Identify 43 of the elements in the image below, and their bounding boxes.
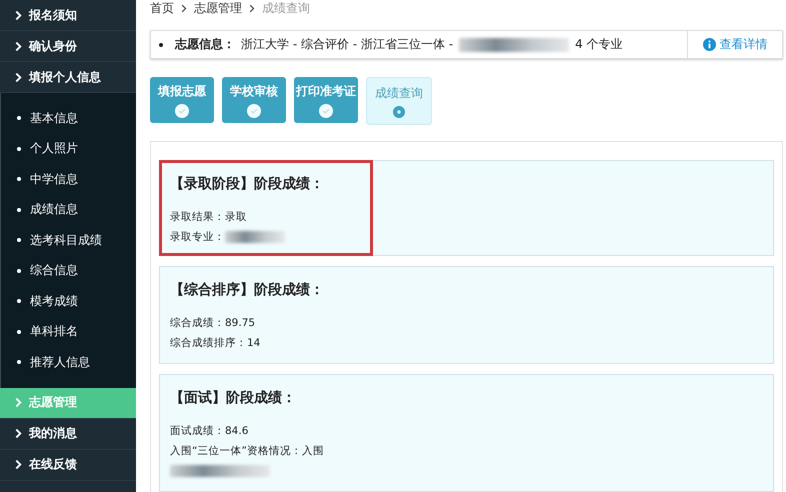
check-icon (247, 104, 261, 118)
chevron-icon (15, 397, 22, 408)
info-value: 浙江大学 - 综合评价 - 浙江省三位一体 - (241, 36, 454, 54)
check-icon (319, 104, 333, 118)
chevron-icon (15, 459, 22, 470)
sidebar-item[interactable]: 在线反馈 (0, 450, 136, 480)
breadcrumb-link[interactable]: 志愿管理 (194, 0, 242, 18)
sidebar-subitem[interactable]: 单科排名 (1, 316, 136, 347)
field-text: 面试成绩：84.6 (170, 424, 248, 438)
sidebar-item[interactable]: 报名须知 (0, 0, 136, 31)
redaction-blur (225, 231, 285, 243)
field-text: 综合成绩：89.75 (170, 316, 256, 330)
sidebar-subitem[interactable]: 个人照片 (1, 134, 136, 164)
check-icon (175, 104, 189, 118)
field-text: 录取结果：录取 (170, 210, 247, 224)
sidebar-subitem[interactable]: 基本信息 (1, 103, 136, 134)
chevron-icon (15, 10, 22, 20)
info-icon (702, 38, 716, 52)
sidebar-subitem[interactable]: 综合信息 (1, 256, 136, 286)
card-title: 【综合排序】阶段成绩： (170, 281, 325, 299)
chevron-icon (181, 4, 187, 14)
dot-icon (393, 106, 405, 118)
chevron-icon (249, 4, 255, 14)
chevron-icon (15, 40, 22, 52)
card-title: 【面试】阶段成绩： (170, 389, 297, 407)
chevron-icon (15, 428, 22, 439)
sidebar-item[interactable]: 我的消息 (0, 418, 136, 450)
breadcrumb-link[interactable]: 首页 (150, 0, 174, 18)
card-title: 【录取阶段】阶段成绩： (170, 175, 325, 193)
sidebar-subitem[interactable]: 模考成绩 (1, 286, 136, 316)
field-text: 综合成绩排序：14 (170, 336, 260, 350)
sidebar-subitem[interactable]: 推荐人信息 (1, 347, 136, 378)
sidebar-item[interactable]: 确认身份 (0, 31, 136, 62)
sidebar-subitem[interactable]: 选考科目成绩 (1, 225, 136, 256)
info-value: 4 个专业 (575, 36, 623, 54)
sidebar-subitem[interactable]: 中学信息 (1, 164, 136, 194)
sidebar-subitem[interactable]: 成绩信息 (1, 194, 136, 225)
info-label: 志愿信息： (175, 36, 235, 54)
field-label: 录取专业： (170, 230, 225, 244)
details-link[interactable]: 查看详情 (702, 36, 768, 54)
field-text: 入围“三位一体”资格情况：入围 (170, 444, 324, 458)
bullet-icon (159, 42, 163, 47)
chevron-icon (15, 72, 22, 82)
